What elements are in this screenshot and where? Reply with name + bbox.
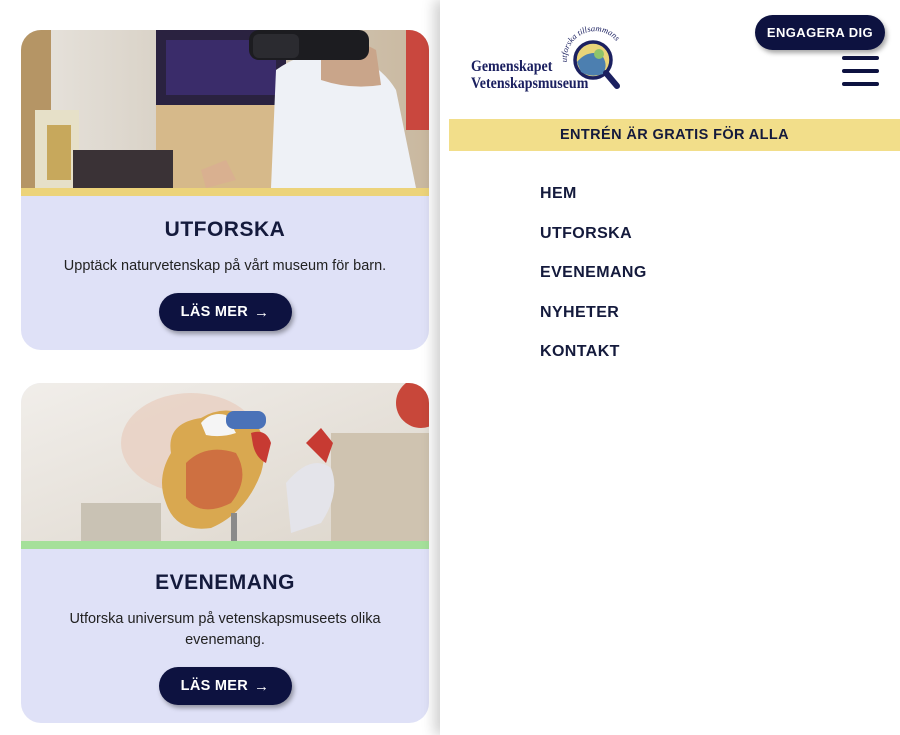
site-logo[interactable]: Gemenskapet Vetenskapsmuseum utforska ti… [471,24,631,96]
content-column: UTFORSKA Upptäck naturvetenskap på vårt … [0,0,440,735]
nav-item-evenemang[interactable]: EVENEMANG [540,264,647,284]
card-accent-bar [21,541,429,549]
vr-headset-child-photo [21,30,429,188]
engage-button[interactable]: ENGAGERA DIG [755,15,885,50]
card-evenemang: EVENEMANG Utforska universum på vetenska… [21,383,429,723]
card-image-vr [21,30,429,188]
nav-item-kontakt[interactable]: KONTAKT [540,343,647,363]
anatomical-heart-model-photo [21,383,429,541]
nav-item-utforska[interactable]: UTFORSKA [540,225,647,245]
navigation-drawer: Gemenskapet Vetenskapsmuseum utforska ti… [440,0,900,735]
arrow-right-icon: → [254,677,270,695]
hamburger-icon[interactable] [842,56,879,89]
card-image-heart [21,383,429,541]
card-utforska: UTFORSKA Upptäck naturvetenskap på vårt … [21,30,429,350]
free-entry-banner: ENTRÉN ÄR GRATIS FÖR ALLA [449,119,900,151]
card-accent-bar [21,188,429,196]
arrow-right-icon: → [254,303,270,321]
read-more-button[interactable]: LÄS MER → [158,293,292,331]
magnifying-glass-icon: utforska tillsammans :) [557,24,623,89]
main-nav: HEM UTFORSKA EVENEMANG NYHETER KONTAKT [540,185,647,383]
nav-item-nyheter[interactable]: NYHETER [540,304,647,324]
card-description: Utforska universum på vetenskapsmuseets … [69,611,381,648]
card-title: UTFORSKA [164,218,286,241]
card-description: Upptäck naturvetenskap på vårt museum fö… [63,258,387,274]
nav-item-hem[interactable]: HEM [540,185,647,205]
card-title: EVENEMANG [155,571,295,594]
read-more-label: LÄS MER [180,304,249,320]
read-more-label: LÄS MER [180,678,249,694]
read-more-button[interactable]: LÄS MER → [158,667,292,705]
